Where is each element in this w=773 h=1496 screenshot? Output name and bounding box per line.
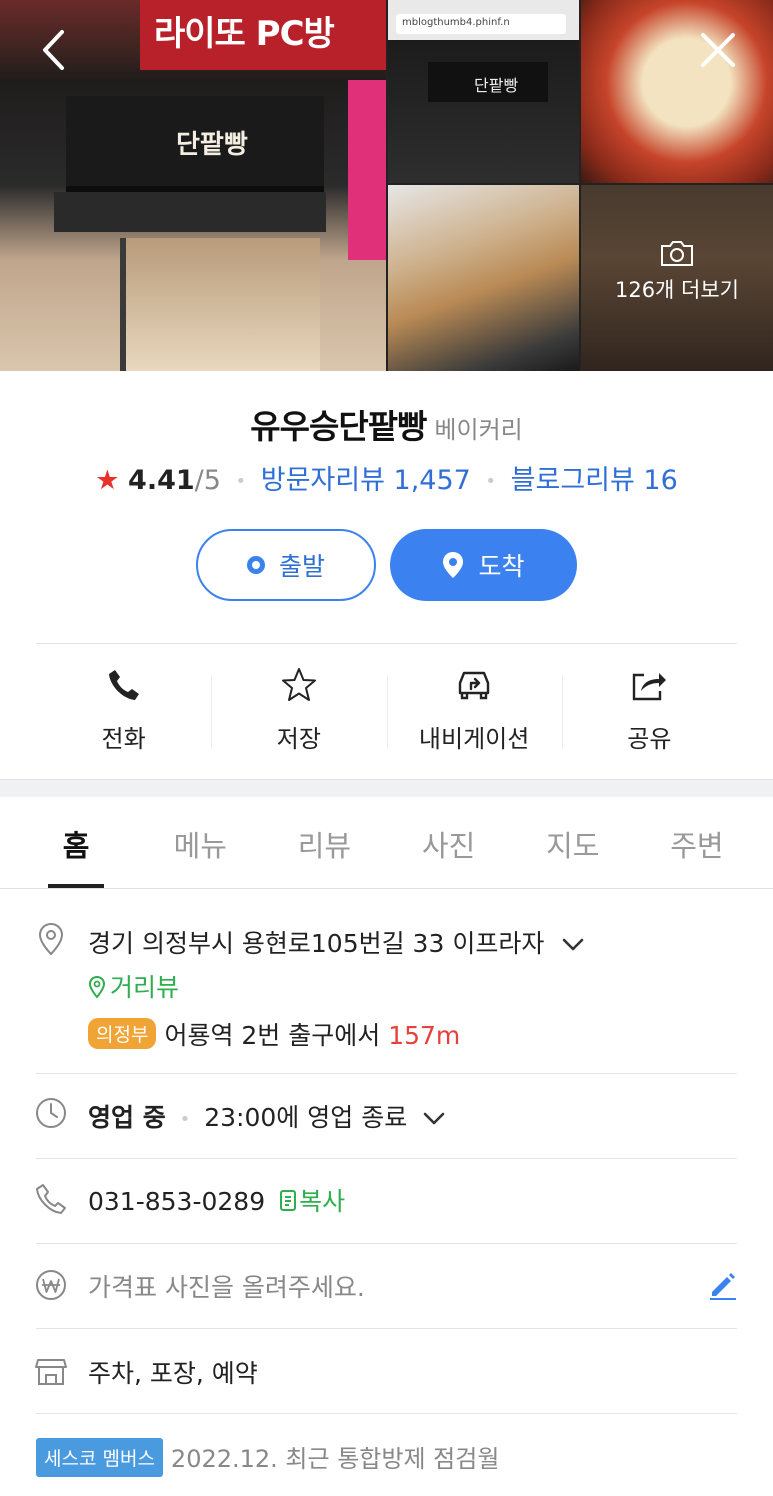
separator-dot: • [235, 471, 247, 492]
car-navigation-icon [458, 671, 490, 700]
section-gap [0, 779, 773, 797]
address-section: 경기 의정부시 용현로105번길 33 이프라자 거리뷰 의정부 어룡역 2번 출… [0, 920, 773, 1070]
origin-dot-icon [246, 556, 265, 574]
chevron-down-icon [423, 1112, 445, 1125]
save-button[interactable]: 저장 [211, 655, 386, 765]
divider [36, 1413, 737, 1414]
sesco-text: 2022.12. 최근 통합방제 점검월 [170, 1445, 500, 1473]
divider [36, 1158, 737, 1159]
won-currency-icon [36, 1270, 66, 1300]
copy-icon [280, 1190, 297, 1211]
shop-sign-2: 단팥빵 [428, 62, 548, 102]
place-name: 유우승단팥빵 [250, 407, 427, 446]
address-text: 경기 의정부시 용현로105번길 33 이프라자 [88, 929, 545, 958]
share-label: 공유 [627, 725, 672, 753]
photo-gallery[interactable]: 라이또 PC방 단팥빵 mblogthumb4.phinf.n 단팥빵 126개… [0, 0, 773, 371]
sesco-row: 세스코 멤버스 2022.12. 최근 통합방제 점검월 [36, 1438, 499, 1477]
close-button[interactable] [696, 28, 740, 72]
price-placeholder: 가격표 사진을 올려주세요. [88, 1273, 365, 1302]
sesco-badge: 세스코 멤버스 [36, 1438, 163, 1477]
call-label: 전화 [101, 725, 146, 753]
navigation-button[interactable]: 내비게이션 [386, 655, 562, 765]
action-bar: 전화 저장 내비게이션 공유 [36, 655, 737, 765]
location-pin-icon [443, 552, 464, 578]
address-row[interactable]: 경기 의정부시 용현로105번길 33 이프라자 [88, 924, 584, 960]
street-view-link[interactable]: 거리뷰 [88, 968, 179, 1004]
pc-banner: 라이또 PC방 [140, 0, 386, 70]
start-route-label: 출발 [278, 552, 325, 581]
clock-icon [36, 1098, 66, 1128]
awning [54, 192, 326, 232]
copy-label: 복사 [299, 1187, 346, 1216]
divider [36, 1073, 737, 1074]
store-icon [35, 1359, 67, 1385]
close-icon [701, 33, 735, 67]
street-view-pin-icon [88, 975, 106, 999]
phone-number[interactable]: 031-853-0289 [88, 1187, 265, 1216]
tab-map[interactable]: 지도 [511, 797, 635, 888]
photo-thumbnail-3[interactable] [388, 185, 579, 371]
hours-detail: 23:00에 영업 종료 [204, 1103, 408, 1132]
tab-nearby[interactable]: 주변 [635, 797, 759, 888]
divider [36, 643, 737, 644]
copy-button[interactable]: 복사 [279, 1187, 345, 1216]
back-button[interactable] [32, 28, 76, 72]
divider [36, 1328, 737, 1329]
tab-photo[interactable]: 사진 [387, 797, 511, 888]
pink-panel [348, 80, 386, 260]
separator-dot: • [485, 471, 497, 492]
photo-thumbnail-2[interactable] [581, 0, 773, 183]
end-route-button[interactable]: 도착 [390, 529, 577, 601]
star-icon [281, 668, 316, 701]
visitor-review-link[interactable]: 방문자리뷰 1,457 [261, 465, 471, 496]
sesco-section: 세스코 멤버스 2022.12. 최근 통합방제 점검월 [0, 1438, 773, 1478]
more-photos-button[interactable]: 126개 더보기 [581, 238, 773, 304]
tab-bar: 홈 메뉴 리뷰 사진 지도 주변 [0, 797, 773, 889]
tab-home[interactable]: 홈 [14, 797, 138, 888]
start-route-button[interactable]: 출발 [196, 529, 376, 601]
share-icon [633, 673, 667, 701]
call-button[interactable]: 전화 [36, 655, 211, 765]
rating-max: /5 [194, 465, 221, 496]
subway-line-badge: 의정부 [88, 1018, 157, 1049]
hours-status: 영업 중 [88, 1103, 166, 1132]
tab-review[interactable]: 리뷰 [262, 797, 386, 888]
browser-url-bar: mblogthumb4.phinf.n [396, 14, 566, 34]
tab-menu[interactable]: 메뉴 [138, 797, 262, 888]
hours-section[interactable]: 영업 중 • 23:00에 영업 종료 [0, 1096, 773, 1136]
place-title-row: 유우승단팥빵 베이커리 [0, 400, 773, 448]
share-button[interactable]: 공유 [561, 655, 737, 765]
camera-icon [661, 241, 693, 266]
phone-icon [36, 1184, 66, 1214]
shop-window [120, 238, 320, 371]
hours-row: 영업 중 • 23:00에 영업 종료 [88, 1098, 445, 1134]
location-pin-icon [38, 922, 64, 956]
phone-section: 031-853-0289 복사 [0, 1182, 773, 1222]
shop-sign: 단팥빵 [66, 96, 324, 192]
navigation-label: 내비게이션 [418, 725, 530, 753]
photo-thumbnail-1[interactable]: mblogthumb4.phinf.n 단팥빵 [388, 0, 579, 183]
subway-directions-row: 의정부 어룡역 2번 출구에서 157m [88, 1016, 460, 1052]
more-photos-label: 126개 더보기 [614, 278, 740, 302]
amenities-section: 주차, 포장, 예약 [0, 1354, 773, 1394]
street-view-label: 거리뷰 [110, 973, 180, 1002]
divider [36, 1243, 737, 1244]
separator-dot: • [179, 1108, 191, 1130]
star-icon: ★ [95, 465, 120, 496]
subway-distance: 157m [388, 1021, 461, 1050]
phone-row: 031-853-0289 복사 [88, 1182, 345, 1218]
chevron-down-icon [562, 938, 584, 951]
rating-row: ★ 4.41/5 • 방문자리뷰 1,457 • 블로그리뷰 16 [0, 458, 773, 497]
end-route-label: 도착 [478, 552, 525, 581]
pencil-icon[interactable] [708, 1270, 738, 1300]
amenities-text: 주차, 포장, 예약 [88, 1359, 258, 1388]
phone-icon [108, 670, 139, 700]
chevron-left-icon [43, 30, 64, 70]
blog-review-link[interactable]: 블로그리뷰 16 [511, 465, 678, 496]
subway-directions-text: 어룡역 2번 출구에서 [164, 1021, 381, 1050]
rating-score: 4.41 [128, 465, 195, 496]
place-category: 베이커리 [434, 416, 523, 444]
save-label: 저장 [276, 725, 321, 753]
price-section[interactable]: 가격표 사진을 올려주세요. [0, 1268, 773, 1308]
